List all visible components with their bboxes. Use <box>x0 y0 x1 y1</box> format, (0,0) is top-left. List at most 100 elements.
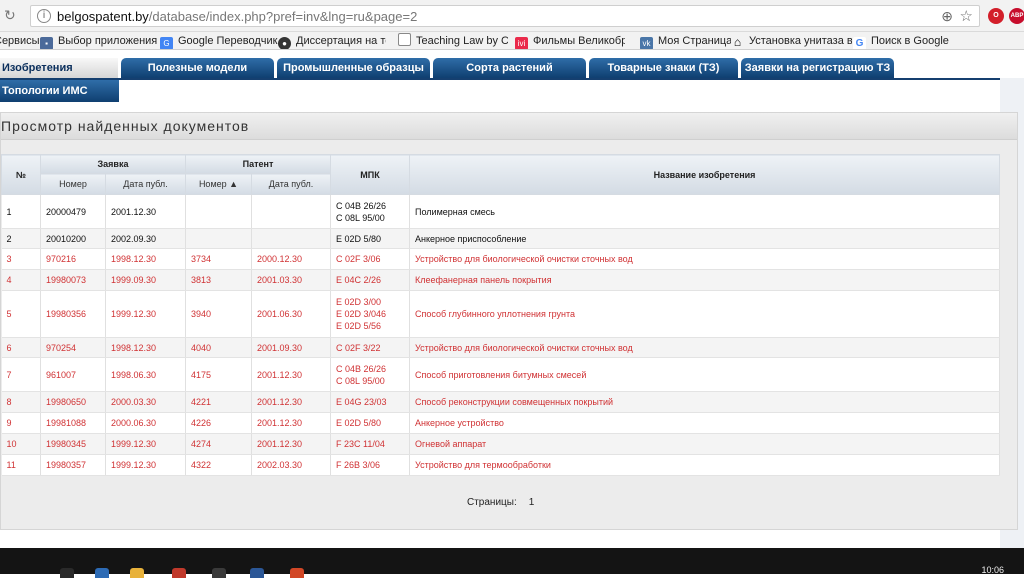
cell-patent-date: 2001.03.30 <box>251 269 332 291</box>
taskbar-app-icon[interactable] <box>250 568 264 578</box>
bookmark-item[interactable]: ● Диссертация на тему <box>278 33 386 49</box>
page-link[interactable]: 1 <box>529 497 535 508</box>
cell-title[interactable]: Анкерное приспособление <box>409 228 1001 249</box>
opera-extension-icon[interactable]: O <box>988 8 1004 24</box>
taskbar-app-icon[interactable] <box>172 568 186 578</box>
mpk-code: F 23C 11/04 <box>336 439 385 449</box>
mpk-code: C 08L 95/00 <box>336 375 385 386</box>
tab-ic-topologies[interactable]: Топологии ИМС <box>0 80 119 102</box>
cell-app-date: 2000.06.30 <box>105 412 186 434</box>
cell-patent-date <box>251 228 332 249</box>
cell-patent-date: 2001.09.30 <box>251 337 332 358</box>
cell-patent-number: 4175 <box>185 357 252 392</box>
cell-num: 2 <box>1 228 41 249</box>
bookmark-item[interactable]: Teaching Law by Case <box>398 33 508 49</box>
cell-patent-number <box>185 194 252 229</box>
cell-mpk: C 02F 3/06 <box>330 248 411 270</box>
header-title: Название изобретения <box>409 154 1001 195</box>
cell-patent-date <box>251 194 332 229</box>
taskbar-app-icon[interactable] <box>60 568 74 578</box>
bookmark-item[interactable]: ivi Фильмы Великобрит <box>515 33 625 49</box>
cell-title[interactable]: Способ приготовления битумных смесей <box>409 357 1001 392</box>
browser-toolbar: ↻ i belgospatent.by/database/index.php?p… <box>0 0 1024 32</box>
bookmark-item[interactable]: vk Моя Страница <box>640 33 732 49</box>
table-row[interactable]: 1 20000479 2001.12.30 C 04B 26/26 C 08L 95/0… <box>1 194 1001 229</box>
header-app-date[interactable]: Дата публ. <box>105 173 186 195</box>
mpk-code: C 02F 3/06 <box>336 254 381 264</box>
tab-industrial-designs[interactable]: Промышленные образцы <box>277 58 430 78</box>
cell-title[interactable]: Огневой аппарат <box>409 433 1001 455</box>
cell-patent-number: 3940 <box>185 290 252 338</box>
cell-app-date: 1998.06.30 <box>105 357 186 392</box>
cell-title[interactable]: Устройство для биологической очистки сто… <box>409 337 1001 358</box>
cell-patent-number: 4226 <box>185 412 252 434</box>
mpk-code: C 08L 95/00 <box>336 212 385 223</box>
cell-mpk: F 26B 3/06 <box>330 454 411 476</box>
bookmark-item[interactable]: G Google Переводчик <box>160 33 278 49</box>
table-row[interactable]: 11 19980357 1999.12.30 4322 2002.03.30 F 26B … <box>1 454 1001 476</box>
sub-tabs: Топологии ИМС <box>0 78 1024 102</box>
header-patent-date[interactable]: Дата публ. <box>250 173 332 195</box>
cell-patent-number <box>185 228 252 249</box>
cell-title[interactable]: Анкерное устройство <box>409 412 1001 434</box>
bookmark-item[interactable]: ▪ Выбор приложения <box>40 33 157 49</box>
translate-icon: G <box>160 37 173 49</box>
cell-title[interactable]: Устройство для термообработки <box>409 454 1001 476</box>
address-bar[interactable]: i belgospatent.by/database/index.php?pre… <box>30 5 980 27</box>
tab-trademarks[interactable]: Товарные знаки (ТЗ) <box>589 58 738 78</box>
taskbar-app-icon[interactable] <box>212 568 226 578</box>
tab-utility-models[interactable]: Полезные модели <box>121 58 274 78</box>
bookmark-label: Установка унитаза в <box>749 35 852 47</box>
cell-app-number: 20010200 <box>40 228 106 249</box>
results-body: 1 20000479 2001.12.30 C 04B 26/26 C 08L 95/0… <box>1 194 1001 476</box>
vk-icon: vk <box>640 37 653 49</box>
site-info-icon[interactable]: i <box>37 9 51 23</box>
header-patent-number[interactable]: Номер ▲ <box>185 173 252 195</box>
reload-icon[interactable]: ↻ <box>4 7 16 24</box>
tab-inventions[interactable]: Изобретения <box>0 58 118 78</box>
header-application: Заявка <box>40 154 186 174</box>
pagination: Страницы: 1 <box>467 497 534 508</box>
taskbar-app-icon[interactable] <box>95 568 109 578</box>
header-app-number[interactable]: Номер <box>40 173 106 195</box>
bookmark-item[interactable]: G Поиск в Google <box>853 33 949 49</box>
cell-title[interactable]: Полимерная смесь <box>409 194 1001 229</box>
table-row[interactable]: 8 19980650 2000.03.30 4221 2001.12.30 E 04G 2… <box>1 391 1001 413</box>
table-row[interactable]: 7 961007 1998.06.30 4175 2001.12.30 C 04B 26/… <box>1 357 1001 392</box>
cell-title[interactable]: Способ реконструкции совмещенных покрыти… <box>409 391 1001 413</box>
cell-patent-date: 2001.12.30 <box>251 433 332 455</box>
table-row[interactable]: 6 970254 1998.12.30 4040 2001.09.30 C 02F 3/2… <box>1 337 1001 358</box>
cell-patent-number: 3813 <box>185 269 252 291</box>
cell-mpk: E 02D 5/80 <box>330 412 411 434</box>
bookmark-label: Диссертация на тему <box>296 35 386 47</box>
results-panel: Просмотр найденных документов № Заявка П… <box>0 112 1018 530</box>
adblock-extension-icon[interactable]: ABP <box>1009 8 1024 24</box>
bookmark-star-icon[interactable]: ☆ <box>960 7 973 25</box>
cell-app-number: 970216 <box>40 248 106 270</box>
taskbar: 10:06 <box>0 548 1024 578</box>
cell-title[interactable]: Клеефанерная панель покрытия <box>409 269 1001 291</box>
tab-plant-varieties[interactable]: Сорта растений <box>433 58 586 78</box>
cell-num: 6 <box>1 337 41 358</box>
taskbar-app-icon[interactable] <box>290 568 304 578</box>
table-row[interactable]: 5 19980356 1999.12.30 3940 2001.06.30 E 02D 3… <box>1 290 1001 338</box>
bookmark-item[interactable]: ⌂ Установка унитаза в <box>731 33 852 49</box>
zoom-icon[interactable]: ⊕ <box>941 8 953 25</box>
tab-trademark-applications[interactable]: Заявки на регистрацию ТЗ <box>741 58 894 78</box>
bookmark-item[interactable]: Сервисы <box>0 33 40 49</box>
category-tabs: Изобретения Полезные модели Промышленные… <box>0 58 1024 78</box>
header-num: № <box>1 154 41 195</box>
table-row[interactable]: 4 19980073 1999.09.30 3813 2001.03.30 E 04C 2… <box>1 269 1001 291</box>
cell-app-date: 1998.12.30 <box>105 337 186 358</box>
cell-title[interactable]: Способ глубинного уплотнения грунта <box>409 290 1001 338</box>
cell-mpk: C 02F 3/22 <box>330 337 411 358</box>
cell-num: 10 <box>1 433 41 455</box>
cell-title[interactable]: Устройство для биологической очистки сто… <box>409 248 1001 270</box>
cell-app-date: 1999.12.30 <box>105 290 186 338</box>
mpk-code: E 02D 5/80 <box>336 233 382 244</box>
table-row[interactable]: 3 970216 1998.12.30 3734 2000.12.30 C 02F 3/0… <box>1 248 1001 270</box>
table-row[interactable]: 9 19981088 2000.06.30 4226 2001.12.30 E 02D 5… <box>1 412 1001 434</box>
taskbar-app-icon[interactable] <box>130 568 144 578</box>
table-row[interactable]: 10 19980345 1999.12.30 4274 2001.12.30 F 23C … <box>1 433 1001 455</box>
table-row[interactable]: 2 20010200 2002.09.30 E 02D 5/80 Анкерное пр… <box>1 228 1001 249</box>
